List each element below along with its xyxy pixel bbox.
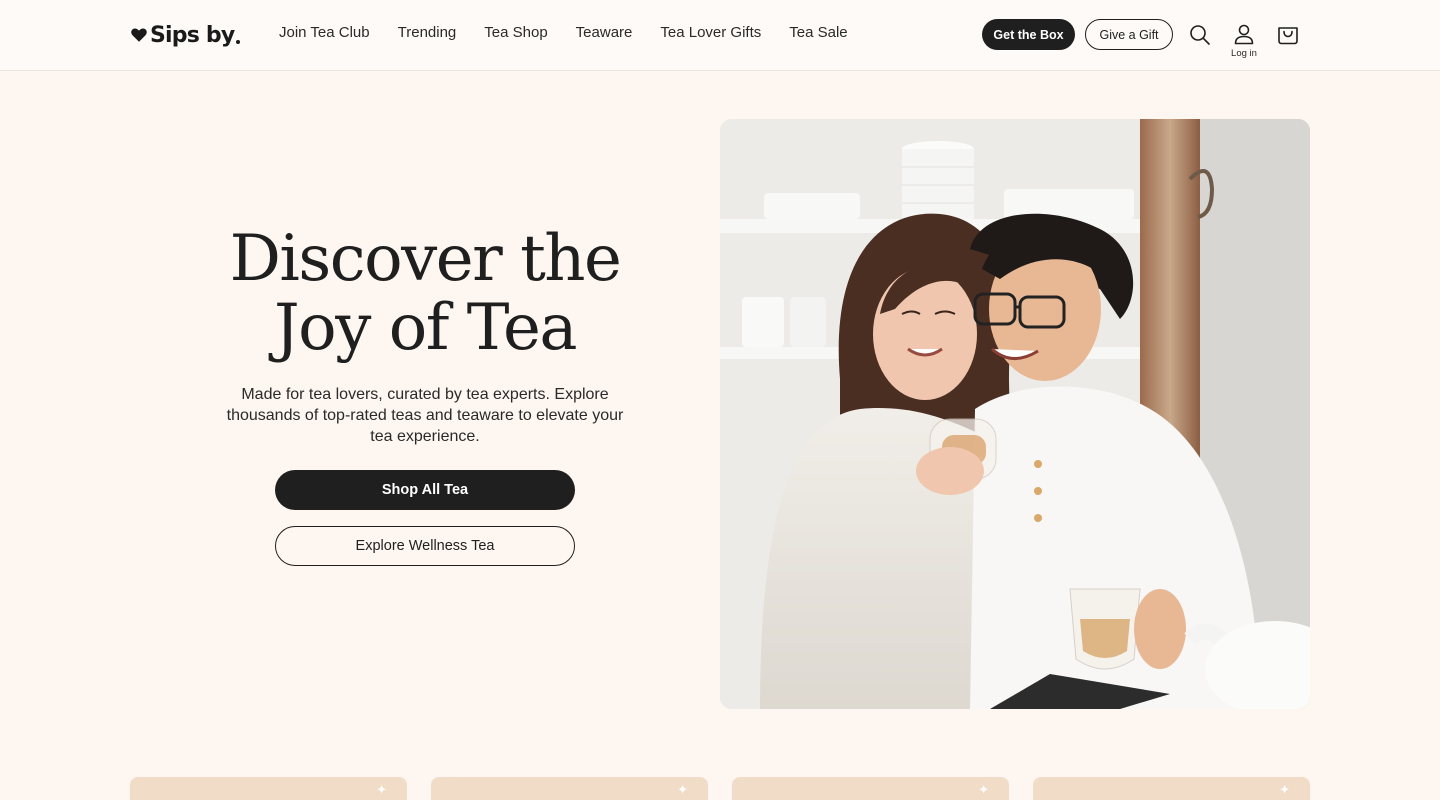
hero-title: Discover the Joy of Tea — [200, 225, 650, 363]
account-button[interactable]: Log in — [1230, 22, 1258, 62]
category-card-1[interactable]: ✦ — [130, 777, 407, 800]
site-header: Sips by Join Tea Club Trending Tea Shop … — [0, 0, 1440, 71]
category-card-2[interactable]: ✦ — [431, 777, 708, 800]
logo-dot — [236, 40, 241, 44]
account-icon — [1234, 24, 1254, 45]
main-nav: Join Tea Club Trending Tea Shop Teaware … — [279, 24, 848, 41]
search-icon — [1190, 25, 1210, 45]
give-a-gift-button[interactable]: Give a Gift — [1085, 19, 1173, 50]
sparkle-icon: ✦ — [1279, 782, 1290, 797]
category-card-3[interactable]: ✦ — [732, 777, 1009, 800]
search-button[interactable] — [1188, 23, 1212, 47]
hero-title-line-2: Joy of Tea — [274, 291, 578, 365]
nav-tea-shop[interactable]: Tea Shop — [484, 24, 547, 41]
sparkle-icon: ✦ — [677, 782, 688, 797]
heart-icon — [131, 28, 147, 42]
nav-teaware[interactable]: Teaware — [576, 24, 633, 41]
brand-logo[interactable]: Sips by — [130, 20, 241, 50]
get-the-box-button[interactable]: Get the Box — [982, 19, 1075, 50]
shop-all-tea-button[interactable]: Shop All Tea — [275, 470, 575, 510]
couple-tea-illustration — [720, 119, 1310, 709]
sparkle-icon: ✦ — [376, 782, 387, 797]
hero-title-line-1: Discover the — [229, 222, 622, 296]
hero-subtitle: Made for tea lovers, curated by tea expe… — [226, 386, 624, 445]
explore-wellness-tea-button[interactable]: Explore Wellness Tea — [275, 526, 575, 566]
login-label: Log in — [1231, 48, 1257, 59]
nav-join-tea-club[interactable]: Join Tea Club — [279, 24, 370, 41]
hero-photo — [720, 119, 1310, 709]
brand-name: Sips by — [150, 22, 235, 48]
nav-trending[interactable]: Trending — [398, 24, 457, 41]
nav-tea-sale[interactable]: Tea Sale — [789, 24, 847, 41]
sparkle-icon: ✦ — [978, 782, 989, 797]
cart-button[interactable] — [1276, 22, 1300, 46]
cart-icon — [1278, 27, 1298, 45]
nav-tea-lover-gifts[interactable]: Tea Lover Gifts — [660, 24, 761, 41]
category-card-4[interactable]: ✦ — [1033, 777, 1310, 800]
